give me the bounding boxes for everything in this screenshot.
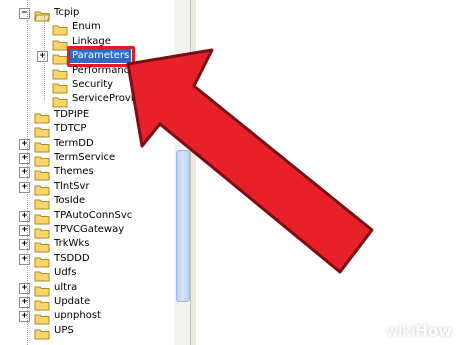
folder-icon	[34, 181, 50, 196]
expand-icon[interactable]: +	[19, 225, 30, 236]
tree-connector-line	[27, 0, 28, 345]
watermark-wiki: wiki	[385, 322, 416, 340]
expand-icon[interactable]: +	[19, 311, 30, 323]
tree-item-label: ultra	[54, 281, 78, 293]
tree-item-label: TlntSvr	[54, 180, 90, 192]
expand-icon[interactable]: +	[19, 210, 30, 222]
expand-icon[interactable]: +	[37, 51, 48, 63]
tree-item-label: UPS	[54, 324, 74, 336]
tree-item-label: TSDDD	[54, 252, 90, 264]
tree-item-label: TermDD	[54, 137, 94, 149]
folder-icon	[34, 267, 50, 282]
tree-item-label: Enum	[72, 21, 101, 33]
folder-icon	[34, 195, 50, 210]
tree-connector-line	[44, 16, 45, 101]
folder-icon	[34, 109, 50, 124]
folder-icon	[34, 138, 50, 153]
expand-icon[interactable]: +	[19, 282, 30, 294]
scrollbar-thumb[interactable]	[176, 150, 190, 302]
tree-item-label: TPAutoConnSvc	[54, 209, 133, 221]
folder-icon	[52, 79, 68, 94]
folder-icon	[34, 253, 50, 268]
expand-icon[interactable]: +	[19, 153, 30, 164]
folder-icon	[52, 50, 68, 65]
folder-icon	[34, 296, 50, 311]
expand-icon[interactable]: +	[19, 253, 30, 265]
tree-item-label: TPVCGateway	[54, 224, 125, 235]
folder-icon	[34, 210, 50, 225]
folder-icon	[34, 282, 50, 297]
expand-icon[interactable]: +	[19, 297, 30, 308]
expand-icon[interactable]: +	[19, 239, 30, 251]
registry-key-tree: − Tcpip Enum Linkage + Parameters Perform…	[0, 0, 174, 345]
folder-icon	[52, 93, 68, 108]
folder-icon	[34, 310, 50, 325]
open-folder-icon	[34, 7, 51, 22]
tree-item-label: Tcpip	[54, 7, 80, 18]
tree-item-label: TDPIPE	[54, 108, 90, 120]
folder-icon	[34, 224, 50, 239]
folder-icon	[34, 238, 50, 253]
watermark-how: How	[415, 322, 452, 340]
tree-item-label: upnphost	[54, 310, 101, 322]
tree-item-label: Udfs	[54, 267, 77, 279]
tree-item-label: TermService	[54, 152, 116, 163]
expand-icon[interactable]: +	[19, 181, 30, 193]
folder-icon	[34, 325, 50, 340]
tree-item-label: Themes	[54, 166, 94, 178]
folder-icon	[34, 123, 50, 138]
tree-vertical-scrollbar[interactable]	[174, 0, 190, 345]
wikihow-watermark: wikiHow	[386, 322, 452, 340]
folder-icon	[52, 21, 68, 36]
folder-icon	[52, 36, 68, 51]
registry-tree-pane: − Tcpip Enum Linkage + Parameters Perform…	[0, 0, 190, 345]
tree-item-label: TDTCP	[54, 123, 87, 135]
tree-item-label: TosIde	[54, 195, 86, 207]
folder-icon	[34, 166, 50, 181]
tree-item-label: ServiceProvider	[72, 93, 151, 105]
expand-icon[interactable]: +	[19, 167, 30, 179]
tree-item-label: TrkWks	[54, 238, 90, 250]
tree-item-label: Update	[54, 296, 91, 307]
tree-item-label: Performance	[72, 64, 136, 76]
expand-icon[interactable]: +	[19, 138, 30, 150]
folder-icon	[52, 65, 68, 80]
folder-icon	[34, 152, 50, 167]
collapse-icon[interactable]: −	[19, 8, 30, 19]
values-pane[interactable]	[196, 0, 460, 345]
tree-item-label: Security	[72, 79, 114, 90]
